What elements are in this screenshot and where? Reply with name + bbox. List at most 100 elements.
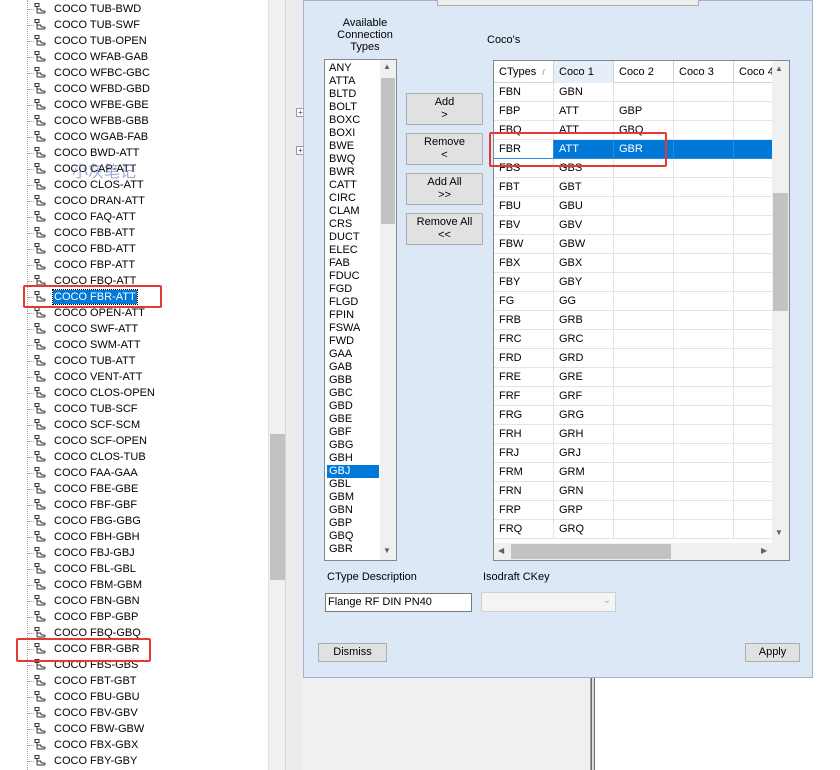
- table-cell[interactable]: [734, 254, 774, 273]
- available-type-item[interactable]: FDUC: [327, 270, 379, 283]
- table-row[interactable]: FBW GBW: [494, 235, 774, 254]
- table-cell[interactable]: [614, 520, 674, 539]
- available-type-item[interactable]: GBL: [327, 478, 379, 491]
- table-cell[interactable]: FBV: [494, 216, 554, 235]
- table-cell[interactable]: GRC: [554, 330, 614, 349]
- tree-item[interactable]: COCO FBV-GBV: [0, 705, 268, 721]
- available-type-item[interactable]: GAA: [327, 348, 379, 361]
- table-cell[interactable]: [674, 140, 734, 159]
- table-cell[interactable]: [674, 520, 734, 539]
- table-cell[interactable]: [674, 501, 734, 520]
- table-cell[interactable]: [614, 368, 674, 387]
- tree-item[interactable]: COCO CLOS-TUB: [0, 449, 268, 465]
- tree-item[interactable]: COCO FBG-GBG: [0, 513, 268, 529]
- tree-item[interactable]: COCO FBJ-GBJ: [0, 545, 268, 561]
- table-cell[interactable]: FRB: [494, 311, 554, 330]
- table-cell[interactable]: [734, 159, 774, 178]
- tree-item[interactable]: COCO WFBE-GBE: [0, 97, 268, 113]
- tree-item[interactable]: COCO FBX-GBX: [0, 737, 268, 753]
- table-cell[interactable]: GRN: [554, 482, 614, 501]
- tree-item[interactable]: COCO FBH-GBH: [0, 529, 268, 545]
- grid-vertical-scrollbar[interactable]: ▲ ▼: [772, 61, 789, 543]
- available-type-item[interactable]: ATTA: [327, 75, 379, 88]
- tree-item[interactable]: COCO WFAB-GAB: [0, 49, 268, 65]
- table-cell[interactable]: [734, 178, 774, 197]
- available-type-item[interactable]: CRS: [327, 218, 379, 231]
- available-type-item[interactable]: CATT: [327, 179, 379, 192]
- table-cell[interactable]: GBT: [554, 178, 614, 197]
- table-row[interactable]: FRG GRG: [494, 406, 774, 425]
- available-type-item[interactable]: ELEC: [327, 244, 379, 257]
- grid-horizontal-scrollbar[interactable]: ◀ ▶: [494, 543, 774, 560]
- available-type-item[interactable]: FSWA: [327, 322, 379, 335]
- scroll-right-icon[interactable]: ▶: [761, 546, 767, 555]
- table-cell[interactable]: GRM: [554, 463, 614, 482]
- table-cell[interactable]: [734, 197, 774, 216]
- available-type-item[interactable]: GBR: [327, 543, 379, 556]
- table-cell[interactable]: FRE: [494, 368, 554, 387]
- table-cell[interactable]: [734, 330, 774, 349]
- table-cell[interactable]: FRN: [494, 482, 554, 501]
- tree-item[interactable]: COCO TUB-OPEN: [0, 33, 268, 49]
- scroll-left-icon[interactable]: ◀: [498, 546, 504, 555]
- table-cell[interactable]: [614, 444, 674, 463]
- table-cell[interactable]: [614, 311, 674, 330]
- table-cell[interactable]: [674, 368, 734, 387]
- table-cell[interactable]: GBP: [614, 102, 674, 121]
- table-cell[interactable]: [734, 121, 774, 140]
- tree-item[interactable]: COCO FAQ-ATT: [0, 209, 268, 225]
- table-cell[interactable]: [734, 501, 774, 520]
- table-cell[interactable]: [674, 102, 734, 121]
- available-type-item[interactable]: GBP: [327, 517, 379, 530]
- tree-item[interactable]: COCO WFBB-GBB: [0, 113, 268, 129]
- available-type-item[interactable]: FPIN: [327, 309, 379, 322]
- table-cell[interactable]: GRP: [554, 501, 614, 520]
- table-row[interactable]: FRQ GRQ: [494, 520, 774, 539]
- table-cell[interactable]: [614, 349, 674, 368]
- table-cell[interactable]: [614, 197, 674, 216]
- tree-item[interactable]: COCO SCF-OPEN: [0, 433, 268, 449]
- table-cell[interactable]: [674, 121, 734, 140]
- tree-item[interactable]: COCO FBM-GBM: [0, 577, 268, 593]
- tree-item[interactable]: COCO WFBD-GBD: [0, 81, 268, 97]
- tree-vertical-scrollbar[interactable]: [268, 0, 285, 770]
- grid-header-coco-2[interactable]: Coco 2: [614, 61, 674, 83]
- table-cell[interactable]: FRF: [494, 387, 554, 406]
- table-row[interactable]: FRM GRM: [494, 463, 774, 482]
- tree-item[interactable]: COCO FBB-ATT: [0, 225, 268, 241]
- table-cell[interactable]: [614, 406, 674, 425]
- available-type-item[interactable]: BOXC: [327, 114, 379, 127]
- table-cell[interactable]: [734, 425, 774, 444]
- available-type-item[interactable]: GBM: [327, 491, 379, 504]
- available-type-item[interactable]: GBC: [327, 387, 379, 400]
- tree-item[interactable]: COCO FBW-GBW: [0, 721, 268, 737]
- table-cell[interactable]: GRB: [554, 311, 614, 330]
- table-cell[interactable]: [674, 330, 734, 349]
- table-cell[interactable]: [614, 501, 674, 520]
- chevron-down-icon[interactable]: ⌄: [603, 595, 611, 606]
- table-cell[interactable]: [674, 311, 734, 330]
- table-cell[interactable]: [734, 520, 774, 539]
- grid-header-coco-3[interactable]: Coco 3: [674, 61, 734, 83]
- table-row[interactable]: FBP ATT GBP: [494, 102, 774, 121]
- table-cell[interactable]: [734, 102, 774, 121]
- table-cell[interactable]: [614, 482, 674, 501]
- table-cell[interactable]: FRD: [494, 349, 554, 368]
- table-cell[interactable]: GRD: [554, 349, 614, 368]
- table-row[interactable]: FRD GRD: [494, 349, 774, 368]
- table-row[interactable]: FRB GRB: [494, 311, 774, 330]
- remove-all-button[interactable]: Remove All <<: [406, 213, 483, 245]
- table-cell[interactable]: GBU: [554, 197, 614, 216]
- remove-button[interactable]: Remove <: [406, 133, 483, 165]
- isodraft-ckey-combo[interactable]: ⌄: [481, 592, 616, 612]
- table-cell[interactable]: FBX: [494, 254, 554, 273]
- tree-item[interactable]: COCO FBP-ATT: [0, 257, 268, 273]
- table-cell[interactable]: [734, 292, 774, 311]
- tree-item[interactable]: COCO FBN-GBN: [0, 593, 268, 609]
- table-cell[interactable]: [614, 216, 674, 235]
- tree-item[interactable]: COCO WGAB-FAB: [0, 129, 268, 145]
- table-cell[interactable]: [674, 159, 734, 178]
- table-cell[interactable]: GRF: [554, 387, 614, 406]
- table-cell[interactable]: FRM: [494, 463, 554, 482]
- add-button[interactable]: Add >: [406, 93, 483, 125]
